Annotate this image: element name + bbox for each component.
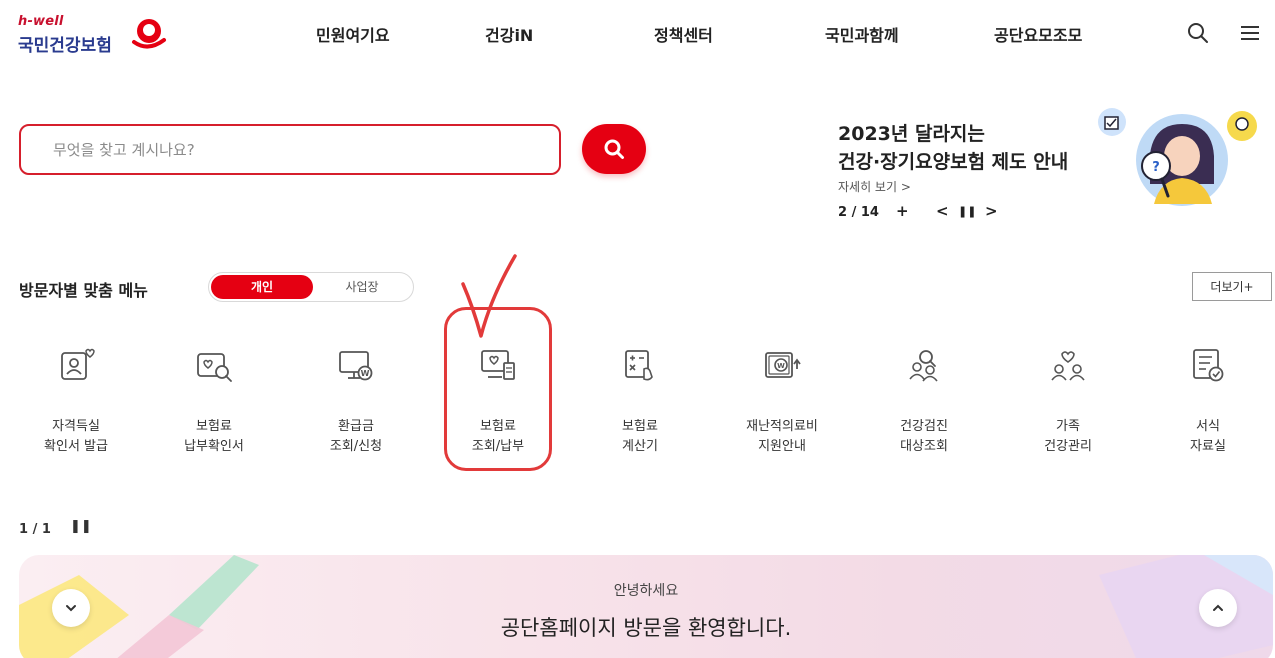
banner-next-button[interactable]: > <box>985 202 998 220</box>
menu-item-refund[interactable]: W 환급금 조회/신청 <box>296 335 416 465</box>
menu-item-label: 가족 건강관리 <box>1044 419 1092 454</box>
collapse-up-button[interactable] <box>1199 589 1237 627</box>
svg-text:W: W <box>361 369 370 378</box>
custom-menu-pager: 1 / 1 <box>19 522 51 537</box>
search-input[interactable] <box>51 138 541 162</box>
search-icon <box>604 139 624 159</box>
custom-menu-more-button[interactable]: 더보기+ <box>1192 272 1272 301</box>
menu-item-health-checkup-lookup[interactable]: 건강검진 대상조회 <box>864 335 984 465</box>
nav-item-policy-center[interactable]: 정책센터 <box>654 22 713 46</box>
people-search-icon <box>909 350 938 382</box>
calculator-icon <box>625 350 653 381</box>
menu-item-family-health[interactable]: 가족 건강관리 <box>1008 335 1128 465</box>
toggle-business[interactable]: 사업장 <box>313 275 411 299</box>
custom-menu-title: 방문자별 맞춤 메뉴 <box>19 281 148 300</box>
logo-tagline: h-well <box>18 14 64 29</box>
menu-item-catastrophic-medical-support[interactable]: W 재난적의료비 지원안내 <box>722 335 842 465</box>
welcome-subtitle: 안녕하세요 <box>613 583 679 599</box>
nav-item-health-in[interactable]: 건강iN <box>485 22 533 46</box>
search-button[interactable] <box>582 124 646 174</box>
id-card-icon <box>61 348 95 380</box>
custom-menu-pause-button[interactable]: ❚❚ <box>70 519 92 534</box>
svg-text:W: W <box>777 362 785 370</box>
certificate-search-icon <box>197 353 232 382</box>
menu-item-label: 보험료 계산기 <box>622 419 658 454</box>
banner-prev-button[interactable]: < <box>936 202 949 220</box>
logo-name: 국민건강보험 <box>18 36 112 56</box>
welcome-decoration <box>19 555 1273 658</box>
site-logo[interactable]: h-well 국민건강보험 <box>18 14 178 58</box>
hamburger-menu-icon[interactable] <box>1238 20 1264 46</box>
banner-pause-button[interactable]: ❚❚ <box>958 205 976 218</box>
banner-illustration: ? <box>1098 108 1257 206</box>
toggle-personal[interactable]: 개인 <box>211 275 313 299</box>
nav-item-about[interactable]: 공단요모조모 <box>994 22 1082 46</box>
welcome-title: 공단홈페이지 방문을 환영합니다. <box>500 616 792 640</box>
menu-item-label: 보험료 조회/납부 <box>471 419 525 454</box>
chevron-down-icon <box>66 605 76 612</box>
refund-monitor-icon: W <box>339 351 373 381</box>
nav-item-with-people[interactable]: 국민과함께 <box>825 22 899 46</box>
menu-item-premium-payment[interactable]: 보험료 조회/납부 <box>438 335 558 465</box>
expand-down-button[interactable] <box>52 589 90 627</box>
menu-item-label: 환급금 조회/신청 <box>329 419 383 454</box>
welcome-banner: 안녕하세요 공단홈페이지 방문을 환영합니다. <box>19 555 1273 658</box>
premium-pay-icon <box>481 350 515 380</box>
search-icon[interactable] <box>1185 20 1211 46</box>
menu-item-premium-calculator[interactable]: 보험료 계산기 <box>580 335 700 465</box>
banner-add-button[interactable]: + <box>896 202 909 220</box>
checkmark-annotation-icon <box>461 254 517 338</box>
banner-more-link[interactable]: 자세히 보기 > <box>838 178 911 195</box>
banner-pager: 2 / 14 <box>838 205 879 220</box>
menu-item-label: 자격득실 확인서 발급 <box>44 419 108 454</box>
menu-item-forms-library[interactable]: 서식 자료실 <box>1148 335 1268 465</box>
search-box <box>19 124 561 175</box>
menu-item-label: 재난적의료비 지원안내 <box>746 419 818 454</box>
chevron-up-icon <box>1213 604 1223 611</box>
svg-text:?: ? <box>1152 160 1160 175</box>
menu-item-payment-certificate[interactable]: 보험료 납부확인서 <box>154 335 274 465</box>
nav-item-civil-service[interactable]: 민원여기요 <box>316 22 390 46</box>
visitor-type-toggle: 개인 사업장 <box>208 272 414 302</box>
menu-item-label: 보험료 납부확인서 <box>184 419 244 454</box>
logo-mark-icon <box>132 19 166 49</box>
medical-support-icon: W <box>765 352 801 378</box>
menu-item-label: 건강검진 대상조회 <box>900 419 948 454</box>
menu-item-label: 서식 자료실 <box>1190 419 1226 454</box>
family-health-icon <box>1051 351 1085 381</box>
document-form-icon <box>1193 349 1224 382</box>
menu-item-qualification-certificate[interactable]: 자격득실 확인서 발급 <box>16 335 136 465</box>
